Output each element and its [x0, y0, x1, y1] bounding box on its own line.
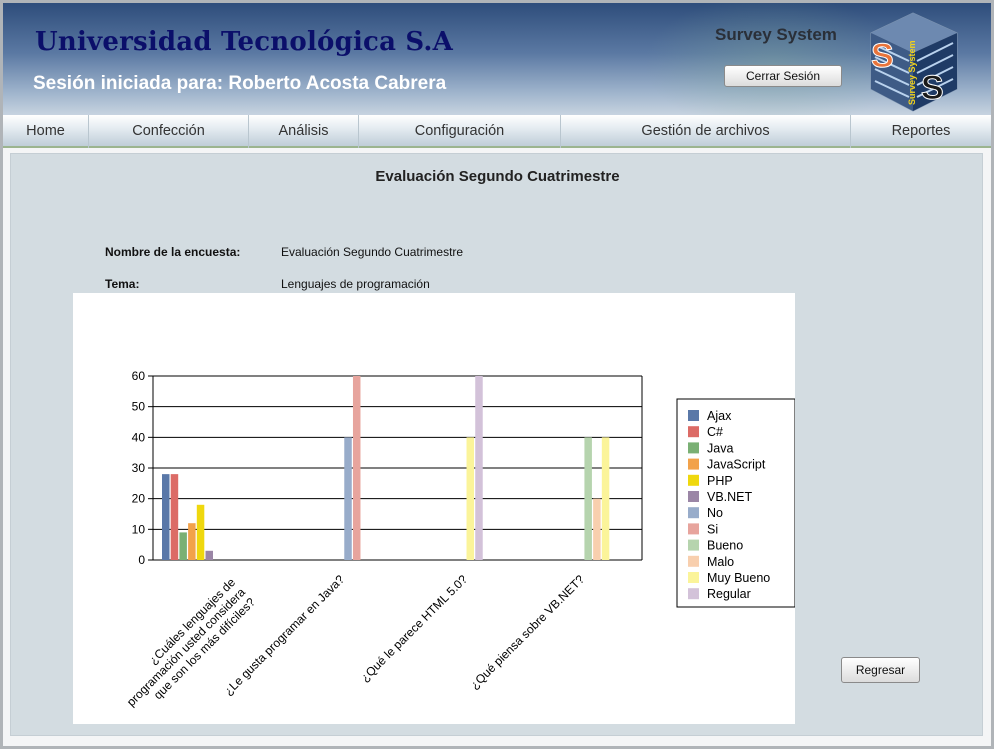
- nav-home[interactable]: Home: [3, 115, 89, 148]
- bar-regular: [475, 376, 483, 560]
- bar-javascript: [188, 523, 196, 560]
- bar-malo: [593, 498, 601, 560]
- main-content: Evaluación Segundo Cuatrimestre Nombre d…: [10, 153, 983, 736]
- header-banner: Universidad Tecnológica S.A Sesión inici…: [3, 3, 991, 115]
- legend-label: Muy Bueno: [707, 571, 770, 585]
- legend-label: Regular: [707, 587, 751, 601]
- bar-php: [196, 504, 205, 560]
- y-tick-label: 20: [132, 492, 146, 506]
- y-tick-label: 50: [132, 400, 146, 414]
- session-user-text: Sesión iniciada para: Roberto Acosta Cab…: [33, 73, 447, 94]
- y-tick-label: 30: [132, 461, 146, 475]
- results-bar-chart: 0 10 20 30 40 50 60 ¿Cuáles lenguajes deprogram…: [114, 369, 796, 719]
- university-title: Universidad Tecnológica S.A: [35, 27, 454, 57]
- legend-label: JavaScript: [707, 458, 766, 472]
- legend-swatch: [688, 426, 699, 438]
- nav-reportes[interactable]: Reportes: [851, 115, 991, 148]
- nav-gestion-archivos[interactable]: Gestión de archivos: [561, 115, 851, 148]
- legend-label: Malo: [707, 555, 734, 569]
- back-button[interactable]: Regresar: [841, 657, 920, 683]
- y-tick-label: 0: [138, 553, 145, 567]
- bar-muy-bueno: [601, 437, 610, 560]
- main-navigation: Home Confección Análisis Configuración G…: [3, 115, 991, 148]
- y-tick-label: 60: [132, 369, 146, 383]
- chart-panel: 0 10 20 30 40 50 60 ¿Cuáles lenguajes deprogram…: [73, 293, 796, 724]
- legend-swatch: [688, 588, 699, 600]
- bar-no: [344, 437, 352, 560]
- legend-label: Bueno: [707, 539, 743, 553]
- legend-swatch: [688, 539, 699, 551]
- legend-label: VB.NET: [707, 490, 753, 504]
- legend-label: Java: [707, 441, 733, 455]
- page-title: Evaluación Segundo Cuatrimestre: [375, 168, 620, 185]
- legend-label: No: [707, 506, 723, 520]
- x-category-label: ¿Qué le parece HTML 5.0?: [358, 572, 471, 685]
- bar-ajax: [162, 474, 170, 560]
- topic-value: Lenguajes de programación: [281, 277, 430, 291]
- legend-label: PHP: [707, 474, 733, 488]
- x-category-label: ¿Qué piensa sobre VB.NET?: [467, 572, 587, 692]
- nav-configuracion[interactable]: Configuración: [359, 115, 561, 148]
- bar-si: [352, 376, 361, 560]
- y-tick-label: 10: [132, 522, 146, 536]
- x-category-label: ¿Cuáles lenguajes deprogramación usted c…: [114, 575, 258, 719]
- logo-text: Survey System: [907, 40, 917, 105]
- survey-name-label: Nombre de la encuesta:: [105, 245, 241, 259]
- legend-label: C#: [707, 425, 723, 439]
- bar-vb-net: [205, 550, 213, 560]
- legend-swatch: [688, 410, 699, 421]
- system-name: Survey System: [715, 25, 837, 44]
- legend-swatch: [688, 572, 699, 583]
- legend-label: Si: [707, 522, 718, 536]
- y-tick-label: 40: [132, 430, 146, 444]
- svg-text:S: S: [921, 69, 944, 107]
- nav-confeccion[interactable]: Confección: [89, 115, 249, 148]
- legend-swatch: [688, 507, 699, 519]
- logout-button[interactable]: Cerrar Sesión: [724, 65, 842, 87]
- topic-label: Tema:: [105, 277, 140, 291]
- legend-swatch: [688, 491, 699, 502]
- bar-muy-bueno: [466, 437, 475, 560]
- bar-bueno: [584, 437, 592, 560]
- bar-java: [179, 532, 187, 560]
- legend-swatch: [688, 442, 699, 454]
- survey-system-logo: S S Survey System: [870, 12, 958, 112]
- legend-swatch: [688, 555, 699, 567]
- nav-analisis[interactable]: Análisis: [249, 115, 359, 148]
- legend-swatch: [688, 458, 699, 470]
- legend-swatch: [688, 523, 699, 535]
- svg-text:S: S: [871, 37, 894, 75]
- survey-name-value: Evaluación Segundo Cuatrimestre: [281, 245, 464, 259]
- bar-c-: [170, 474, 179, 560]
- legend-label: Ajax: [707, 409, 732, 423]
- legend-swatch: [688, 474, 699, 486]
